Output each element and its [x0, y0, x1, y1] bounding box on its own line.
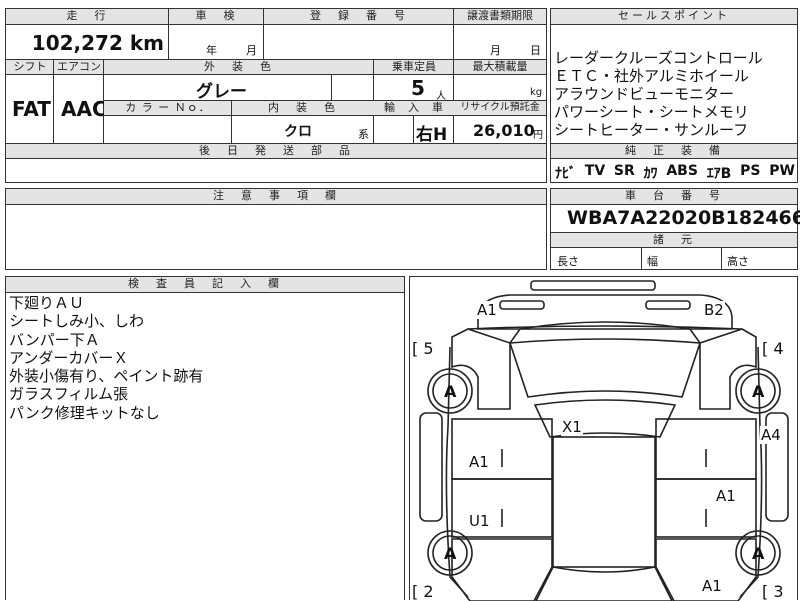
- mileage-value: 102,272 km: [31, 31, 164, 55]
- capacity-header: 乗車定員: [374, 60, 454, 74]
- front-right-tire-grade: A: [752, 382, 765, 401]
- front-outline-shape: [477, 294, 733, 330]
- equipment-item: SR: [613, 163, 635, 179]
- sales-point-line: ＥＴＣ・社外アルミホイール: [554, 67, 749, 85]
- interior-color-header: 内 装 色: [232, 101, 374, 115]
- height-label: 高さ: [727, 255, 749, 268]
- equipment-item: PW: [769, 163, 795, 179]
- interior-color-suffix: 系: [358, 128, 369, 141]
- mileage-header: 走 行: [6, 9, 169, 24]
- equipment-item: ABS: [666, 163, 698, 179]
- damage-label-roof: X1: [561, 418, 583, 436]
- rear-left-tire-grade: A: [444, 544, 457, 563]
- corner-mark-rear-right: [ 3: [762, 582, 784, 601]
- inspection-year-unit: 年: [206, 44, 217, 57]
- transfer-month-unit: 月: [490, 44, 501, 57]
- recycle-header: リサイクル預託金: [454, 101, 546, 115]
- left-pillar-shape: [419, 412, 443, 522]
- shift-header: シフト: [6, 60, 54, 74]
- inspector-note-line: 外装小傷有り、ペイント跡有: [9, 367, 204, 386]
- equipment-header: 純 正 装 備: [551, 144, 797, 158]
- rear-right-tire-grade: A: [752, 544, 765, 563]
- inspector-notes: 下廻りＡＵ シートしみ小、しわ バンパー下Ａ アンダーカバーＸ 外装小傷有り、ペ…: [9, 294, 203, 422]
- right-headlight-shape: [645, 300, 691, 310]
- sales-point-line: シートヒーター・サンルーフ: [554, 121, 749, 139]
- color-no-header: カ ラ ー Ｎｏ．: [104, 101, 232, 115]
- width-label: 幅: [647, 255, 658, 268]
- recycle-value: 26,010: [473, 121, 535, 140]
- later-parts-header: 後 日 発 送 部 品: [6, 144, 546, 158]
- car-diagram-block: A A A A [ 5 [ 4 [ 2 [ 3 A1 B2 X1 A1 U1 A…: [409, 276, 798, 601]
- capacity-value: 5: [411, 76, 425, 100]
- roof-shape: [533, 399, 677, 438]
- corner-mark-front-left: [ 5: [412, 339, 434, 358]
- aircon-header: エアコン: [54, 60, 104, 74]
- front-left-tire-grade: A: [444, 382, 457, 401]
- damage-label-right-rear-door: A1: [715, 487, 737, 505]
- inspector-header: 検 査 員 記 入 欄: [6, 277, 404, 292]
- vehicle-info-block: 走 行 車 検 登 録 番 号 譲渡書類期限 102,272 km 年 月 月 …: [5, 8, 547, 183]
- equipment-item: ｶﾜ: [643, 166, 658, 182]
- length-label: 長さ: [557, 255, 579, 268]
- chassis-number: WBA7A22020B182466: [567, 207, 800, 229]
- inspection-month-unit: 月: [246, 44, 257, 57]
- windshield-line-shape: [509, 338, 701, 344]
- car-diagram: [419, 280, 789, 601]
- equipment-list: ﾅﾋﾞ TV SR ｶﾜ ABS ｴｱB PS PW: [555, 163, 795, 183]
- shift-value: FAT: [12, 97, 51, 121]
- caution-block: 注 意 事 項 欄: [5, 188, 547, 270]
- inspection-header: 車 検: [169, 9, 264, 24]
- inspector-note-line: パンク修理キットなし: [9, 403, 160, 422]
- sales-point-line: レーダークルーズコントロール: [554, 49, 763, 67]
- rear-window-shape: [535, 566, 673, 601]
- inspector-block: 検 査 員 記 入 欄 下廻りＡＵ シートしみ小、しわ バンパー下Ａ アンダーカ…: [5, 276, 405, 600]
- left-rear-door-shape: [451, 478, 553, 538]
- transfer-deadline-header: 譲渡書類期限: [454, 9, 546, 24]
- damage-label-left-rear-door: U1: [468, 512, 491, 530]
- damage-label-front-right-bumper: B2: [703, 301, 725, 319]
- corner-mark-front-right: [ 4: [762, 339, 784, 358]
- chassis-block: 車 台 番 号 WBA7A22020B182466 諸 元 長さ 幅 高さ: [550, 188, 800, 270]
- sales-points-header: セールスポイント: [551, 9, 797, 24]
- exterior-color-value: グレー: [196, 82, 247, 102]
- damage-label-right-front-fender: A4: [760, 426, 782, 444]
- damage-label-right-rear-quarter: A1: [701, 577, 723, 595]
- damage-label-left-front-door: A1: [468, 453, 490, 471]
- sales-points-block: セールスポイント レーダークルーズコントロール ＥＴＣ・社外アルミホイール アラ…: [550, 8, 798, 183]
- sunroof-shape: [552, 436, 656, 568]
- inspector-note-line: ガラスフィルム張: [9, 385, 129, 404]
- registration-header: 登 録 番 号: [264, 9, 454, 24]
- aircon-value: AAC: [61, 97, 107, 121]
- exterior-color-header: 外 装 色: [104, 60, 374, 74]
- caution-header: 注 意 事 項 欄: [6, 189, 546, 204]
- interior-color-value: クロ: [284, 124, 312, 140]
- sales-points-list: レーダークルーズコントロール ＥＴＣ・社外アルミホイール アラウンドビューモニタ…: [554, 49, 763, 139]
- corner-mark-rear-left: [ 2: [412, 582, 434, 601]
- inspector-note-line: 下廻りＡＵ: [9, 294, 85, 312]
- recycle-unit: 円: [533, 130, 543, 141]
- equipment-item: TV: [584, 163, 606, 179]
- hood-shape: [509, 321, 701, 398]
- sales-point-line: アラウンドビューモニター: [554, 85, 735, 103]
- max-load-header: 最大積載量: [454, 60, 546, 74]
- left-front-fender-shape: [451, 328, 511, 410]
- max-load-unit: kg: [530, 87, 543, 98]
- chassis-header: 車 台 番 号: [551, 189, 797, 204]
- import-header: 輸 入 車: [374, 101, 454, 115]
- dimensions-header: 諸 元: [551, 233, 797, 247]
- right-front-fender-shape: [699, 328, 757, 410]
- sales-point-line: パワーシート・シートメモリ: [554, 103, 749, 121]
- inspector-note-line: バンパー下Ａ: [9, 330, 100, 349]
- left-headlight-shape: [499, 300, 545, 310]
- equipment-item: ｴｱB: [706, 166, 732, 182]
- inspector-note-line: アンダーカバーＸ: [9, 348, 129, 367]
- inspector-note-line: シートしみ小、しわ: [9, 312, 145, 331]
- damage-label-front-left-bumper: A1: [476, 301, 498, 319]
- equipment-item: PS: [740, 163, 761, 179]
- right-rear-door-shape: [655, 478, 757, 538]
- equipment-item: ﾅﾋﾞ: [555, 166, 576, 182]
- front-bumper-shape: [530, 280, 656, 291]
- import-value: 右H: [416, 125, 448, 145]
- transfer-day-unit: 日: [530, 44, 541, 57]
